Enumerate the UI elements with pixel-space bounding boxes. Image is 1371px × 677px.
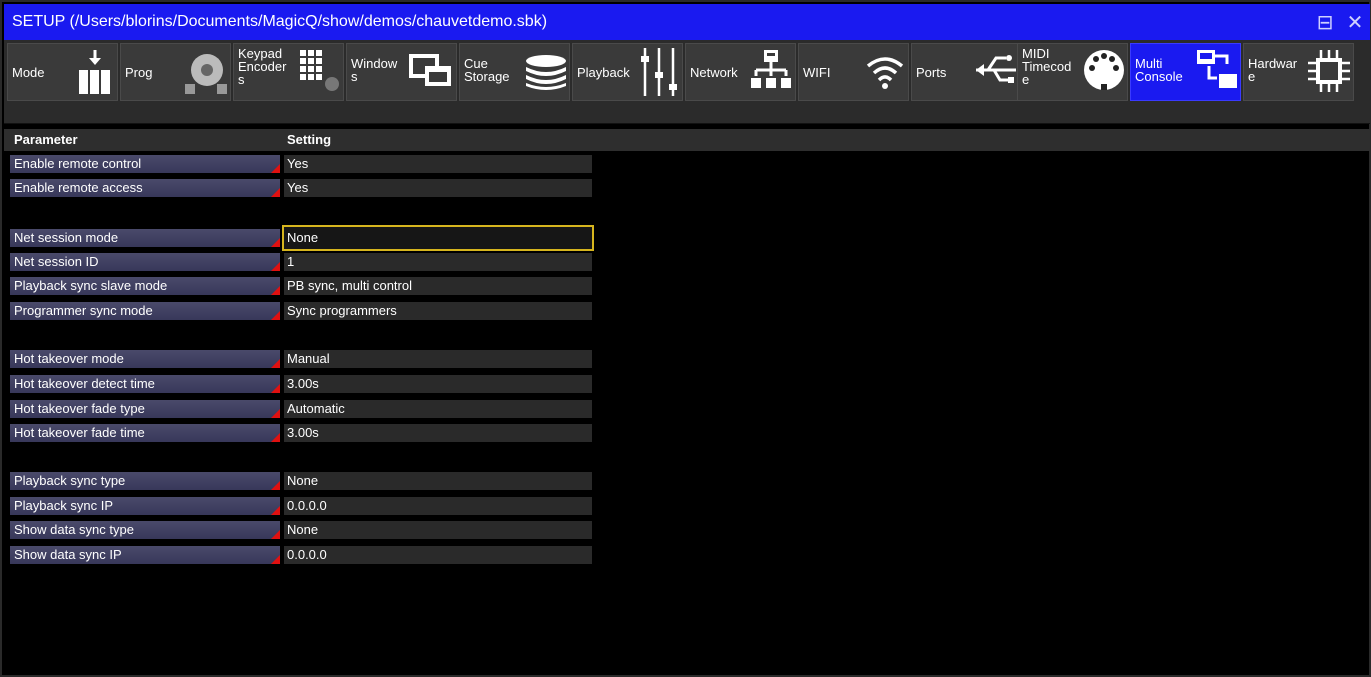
param-label: Playback sync type [10, 472, 280, 490]
param-label: Net session mode [10, 229, 280, 247]
windows-icon [409, 54, 451, 86]
param-label: Enable remote access [10, 179, 280, 197]
tab-cue-storage-label: Cue Storage [464, 56, 510, 84]
tab-network[interactable]: Network [685, 43, 796, 101]
tab-network-label: Network [690, 65, 738, 80]
usb-icon [976, 55, 1016, 83]
setup-toolbar: Mode Prog Keypad Encoder s Window s Cue … [4, 40, 1370, 124]
param-label: Playback sync slave mode [10, 277, 280, 295]
param-label: Programmer sync mode [10, 302, 280, 320]
chip-icon [1308, 50, 1350, 92]
setting-value[interactable]: 0.0.0.0 [284, 497, 592, 515]
window-title: SETUP (/Users/blorins/Documents/MagicQ/s… [12, 13, 548, 30]
tab-wifi-label: WIFI [803, 65, 831, 80]
param-label: Playback sync IP [10, 497, 280, 515]
setting-value[interactable]: 3.00s [284, 424, 592, 442]
setting-value-selected[interactable]: None [282, 225, 594, 251]
tab-multi-console[interactable]: Multi Console [1130, 43, 1241, 101]
close-icon[interactable]: ✕ [1340, 7, 1370, 37]
setting-value[interactable]: 1 [284, 253, 592, 271]
setting-value[interactable]: PB sync, multi control [284, 277, 592, 295]
tab-midi-timecode[interactable]: MIDI Timecod e [1017, 43, 1128, 101]
network-icon [751, 50, 791, 88]
param-label: Show data sync type [10, 521, 280, 539]
title-bar: SETUP (/Users/blorins/Documents/MagicQ/s… [4, 4, 1370, 40]
param-label: Hot takeover fade type [10, 400, 280, 418]
column-header-setting: Setting [287, 132, 332, 147]
keypad-icon [300, 50, 339, 91]
tab-keypad-encoders[interactable]: Keypad Encoder s [233, 43, 344, 101]
storage-icon [526, 55, 566, 90]
setting-value[interactable]: None [284, 472, 592, 490]
setting-value[interactable]: Yes [284, 179, 592, 197]
param-label: Net session ID [10, 253, 280, 271]
param-label: Hot takeover detect time [10, 375, 280, 393]
tab-windows-label: Window s [351, 56, 398, 84]
tab-playback-label: Playback [577, 65, 630, 80]
mode-icon [79, 50, 110, 94]
tab-hardware-label: Hardwar e [1248, 56, 1298, 84]
playback-icon [641, 48, 677, 96]
grid-header: Parameter Setting [4, 129, 1370, 151]
tab-mode-label: Mode [12, 65, 45, 80]
setting-value[interactable]: Yes [284, 155, 592, 173]
tab-cue-storage[interactable]: Cue Storage [459, 43, 570, 101]
setting-value[interactable]: Manual [284, 350, 592, 368]
tab-ports-label: Ports [916, 65, 947, 80]
wifi-icon [866, 57, 904, 89]
tab-midi-timecode-label: MIDI Timecod e [1022, 46, 1072, 87]
setting-value[interactable]: Sync programmers [284, 302, 592, 320]
tab-windows[interactable]: Window s [346, 43, 457, 101]
setting-value[interactable]: 3.00s [284, 375, 592, 393]
tab-ports[interactable]: Ports [911, 43, 1022, 101]
setting-value[interactable]: None [284, 521, 592, 539]
param-label: Enable remote control [10, 155, 280, 173]
param-label: Hot takeover fade time [10, 424, 280, 442]
tab-multi-console-label: Multi Console [1135, 56, 1183, 84]
param-label: Show data sync IP [10, 546, 280, 564]
prog-icon [185, 54, 227, 94]
tab-prog[interactable]: Prog [120, 43, 231, 101]
midi-icon [1084, 50, 1124, 90]
tab-keypad-encoders-label: Keypad Encoder s [238, 46, 287, 87]
tab-hardware[interactable]: Hardwar e [1243, 43, 1354, 101]
tab-mode[interactable]: Mode [7, 43, 118, 101]
param-label: Hot takeover mode [10, 350, 280, 368]
tab-wifi[interactable]: WIFI [798, 43, 909, 101]
column-header-parameter: Parameter [14, 132, 78, 147]
setting-value[interactable]: 0.0.0.0 [284, 546, 592, 564]
setup-window: SETUP (/Users/blorins/Documents/MagicQ/s… [0, 0, 1371, 677]
tab-playback[interactable]: Playback [572, 43, 683, 101]
multi-console-icon [1197, 50, 1237, 88]
restore-icon[interactable]: ⊟ [1310, 7, 1340, 37]
setting-value[interactable]: Automatic [284, 400, 592, 418]
tab-prog-label: Prog [125, 65, 153, 80]
